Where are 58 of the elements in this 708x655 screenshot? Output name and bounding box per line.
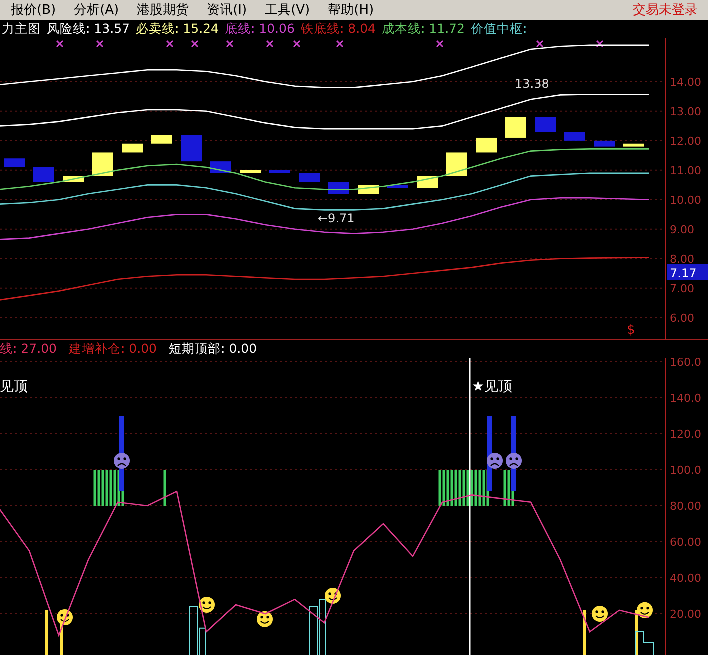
axis-label: 10.00 <box>670 194 702 207</box>
axis-label: 12.00 <box>670 134 702 148</box>
axis-label: 8.00 <box>670 252 694 266</box>
axis-label: 20.00 <box>670 608 702 621</box>
signal-marker: $ <box>627 323 636 338</box>
candle <box>181 135 202 162</box>
price-tag: 7.17 <box>667 264 708 280</box>
legend-reading: 短期顶部: 0.00 <box>169 340 258 358</box>
menu-item[interactable]: 资讯(I) <box>206 1 248 19</box>
candle <box>506 117 526 138</box>
legend-reading: 力主图 <box>2 20 41 38</box>
candle <box>594 140 615 147</box>
legend-reading: 价值中枢: <box>470 20 528 38</box>
login-status: 交易未登录 <box>633 2 698 19</box>
legend-reading: 成本线: 11.72 <box>382 20 465 38</box>
candle <box>240 170 261 174</box>
axis-label: 7.00 <box>670 282 694 296</box>
candle <box>152 135 172 144</box>
axis-label: 60.00 <box>670 536 702 549</box>
candle <box>122 144 143 153</box>
candle <box>299 173 320 182</box>
legend-reading: 线: 27.00 <box>0 340 57 358</box>
candle <box>388 185 408 188</box>
axis-label: 9.00 <box>670 223 694 236</box>
price-annotation: ←9.71 <box>318 211 355 226</box>
legend-reading: 风险线: 13.57 <box>47 20 130 38</box>
menu-item[interactable]: 帮助(H) <box>327 1 376 19</box>
candle <box>417 176 438 188</box>
candle <box>564 132 586 141</box>
candle <box>270 170 290 174</box>
peak-label: ★见顶 <box>472 378 513 395</box>
legend-reading: 底线: 10.06 <box>224 20 295 38</box>
axis-label: 120.0 <box>670 428 702 441</box>
peak-label: 见顶 <box>0 378 28 395</box>
legend-reading: 铁底线: 8.04 <box>300 20 376 38</box>
candle <box>446 152 468 176</box>
price-annotation: 13.38 <box>515 77 550 92</box>
menu-item[interactable]: 港股期货 <box>136 1 190 19</box>
legend-reading: 必卖线: 15.24 <box>136 20 219 38</box>
axis-label: 11.00 <box>670 164 702 178</box>
candle <box>624 144 644 147</box>
candle <box>535 117 556 132</box>
menu-item[interactable]: 工具(V) <box>264 1 312 19</box>
axis-label: 40.00 <box>670 572 702 585</box>
axis-label: 100.0 <box>670 464 702 477</box>
candle <box>4 158 25 168</box>
legend-reading: 建增补仓: 0.00 <box>68 340 158 358</box>
candle <box>476 138 497 153</box>
axis-label: 14.00 <box>670 76 702 89</box>
axis-label: 140.0 <box>670 392 702 405</box>
axis-label: 13.00 <box>670 105 702 118</box>
axis-label: 6.00 <box>670 312 694 325</box>
menu-item[interactable]: 报价(B) <box>10 1 58 19</box>
candle <box>34 167 54 182</box>
candle <box>92 152 114 176</box>
menu-item[interactable]: 分析(A) <box>73 1 120 19</box>
axis-label: 160.0 <box>670 358 702 369</box>
axis-label: 80.00 <box>670 500 702 513</box>
